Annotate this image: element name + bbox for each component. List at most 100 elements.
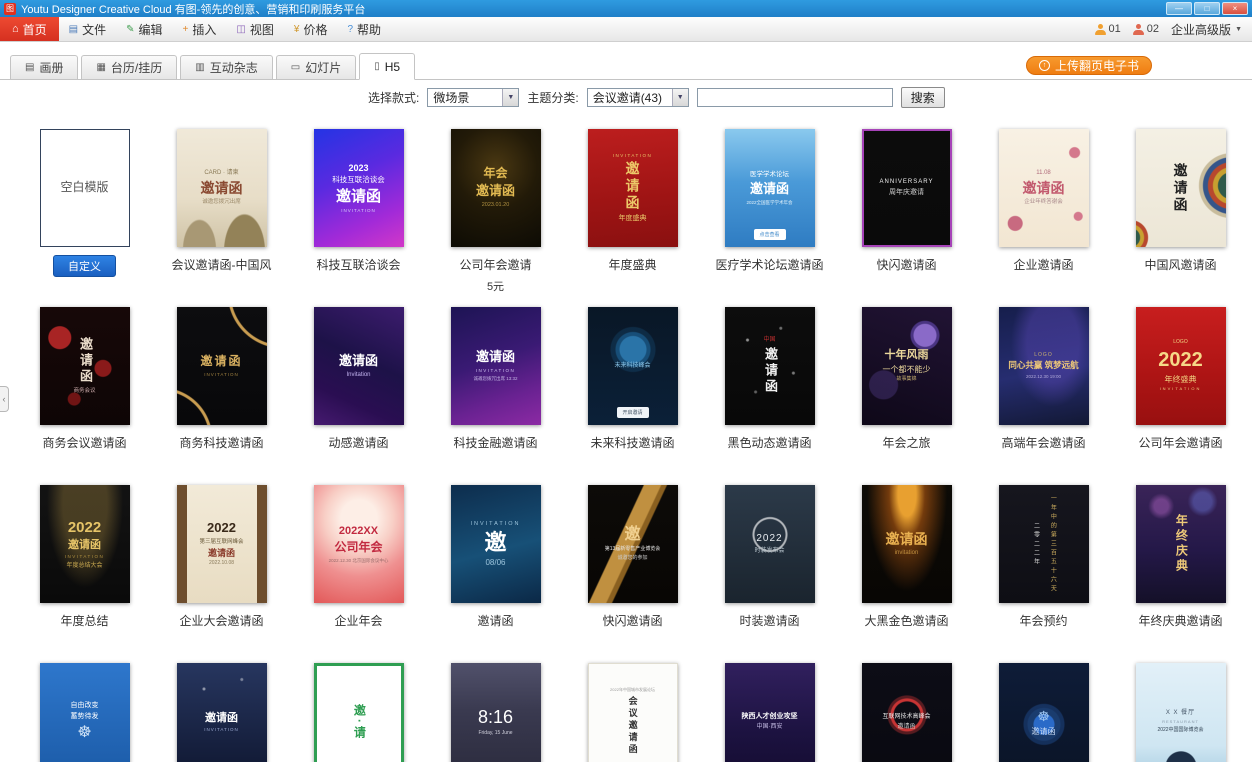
template-card[interactable]: LOGO同心共赢 筑梦远航2022.12.30 19:00高端年会邀请函 — [975, 307, 1112, 485]
style-select[interactable]: 微场景 ▼ — [427, 88, 519, 107]
search-button[interactable]: 搜索 — [901, 87, 945, 108]
template-thumbnail[interactable]: 2022年中国城市发展论坛会议邀请函 — [588, 663, 678, 762]
template-card[interactable]: 医学学术论坛邀请函2022全国医学学术年会点击查看医疗学术论坛邀请函 — [701, 129, 838, 307]
customize-button[interactable]: 自定义 — [53, 255, 116, 277]
template-card[interactable]: 未来科技峰会开启邀请未来科技邀请函 — [564, 307, 701, 485]
template-thumbnail[interactable]: 年会邀请函2023.01.20 — [451, 129, 541, 247]
panel-collapse-handle[interactable]: ‹ — [0, 386, 9, 412]
template-card[interactable]: 年终庆典年终庆典邀请函 — [1112, 485, 1249, 663]
template-card[interactable]: 2022第三届互联网峰会邀请函2022.10.08企业大会邀请函 — [153, 485, 290, 663]
category-select[interactable]: 会议邀请(43) ▼ — [587, 88, 689, 107]
upload-ebook-button[interactable]: ↑ 上传翻页电子书 — [1026, 56, 1152, 75]
group-1-button[interactable]: 01 — [1095, 23, 1121, 35]
template-thumbnail[interactable]: 自由改变蓄势待发☸ — [40, 663, 130, 762]
close-button[interactable]: × — [1222, 2, 1248, 15]
thumb-text: 邀 — [484, 530, 506, 555]
template-thumbnail[interactable]: 空白模版 — [40, 129, 130, 247]
template-card[interactable]: 2023科技互联洽谈会邀请函INVITATION科技互联洽谈会 — [290, 129, 427, 307]
template-card[interactable]: 邀第13届新零售产业博览会诚邀您的参加快闪邀请函 — [564, 485, 701, 663]
menu-item-price[interactable]: ¥价格 — [284, 17, 338, 41]
template-thumbnail[interactable]: LOGO2022年终盛典INVITATION — [1136, 307, 1226, 425]
template-card[interactable]: 二零二二年一年中的第三百五十六天年会预约 — [975, 485, 1112, 663]
template-thumbnail[interactable]: ☸邀请函 — [999, 663, 1089, 762]
chevron-down-icon[interactable]: ▼ — [672, 89, 688, 106]
template-card[interactable]: X X 餐厅RESTAURANT2022中国国际博览会 — [1112, 663, 1249, 762]
template-thumbnail[interactable]: 2023科技互联洽谈会邀请函INVITATION — [314, 129, 404, 247]
tab-album[interactable]: ▤画册 — [10, 55, 78, 79]
template-card[interactable]: INVITATION邀08/06邀请函 — [427, 485, 564, 663]
template-thumbnail[interactable]: 2022XX公司年会2022.12.30 北京国际会议中心 — [314, 485, 404, 603]
template-thumbnail[interactable]: 互联网技术高峰会邀请函 — [862, 663, 952, 762]
template-thumbnail[interactable]: 陕西人才创业攻坚中国·西安 — [725, 663, 815, 762]
blank-template-card[interactable]: 空白模版自定义 — [16, 129, 153, 307]
template-thumbnail[interactable]: 邀请函Invitation — [314, 307, 404, 425]
template-thumbnail[interactable]: 8:16Friday, 15 June — [451, 663, 541, 762]
template-card[interactable]: LOGO2022年终盛典INVITATION公司年会邀请函 — [1112, 307, 1249, 485]
menu-item-help[interactable]: ?帮助 — [337, 17, 391, 41]
template-card[interactable]: 陕西人才创业攻坚中国·西安 — [701, 663, 838, 762]
template-card[interactable]: 邀请函INVITATION商务科技邀请函 — [153, 307, 290, 485]
template-thumbnail[interactable]: 年终庆典 — [1136, 485, 1226, 603]
tab-calendar[interactable]: ▦台历/挂历 — [81, 55, 177, 79]
template-thumbnail[interactable]: 邀请函invitation — [862, 485, 952, 603]
menu-item-view[interactable]: ◫视图 — [226, 17, 283, 41]
template-card[interactable]: 11.08邀请函企业年终答谢会企业邀请函 — [975, 129, 1112, 307]
template-card[interactable]: 邀请函Invitation动感邀请函 — [290, 307, 427, 485]
template-card[interactable]: CARD · 请柬邀请函诚邀您拨冗出席会议邀请函-中国风 — [153, 129, 290, 307]
template-card[interactable]: 2022XX公司年会2022.12.30 北京国际会议中心企业年会 — [290, 485, 427, 663]
template-card[interactable]: 邀请函商务会议商务会议邀请函 — [16, 307, 153, 485]
template-card[interactable]: 邀请函INVITATION诚邀您拨冗出席 13:32科技金融邀请函 — [427, 307, 564, 485]
template-thumbnail[interactable]: 2022时装发布会 — [725, 485, 815, 603]
menu-item-insert[interactable]: +插入 — [173, 17, 227, 41]
template-thumbnail[interactable]: 邀·请 — [314, 663, 404, 762]
template-card[interactable]: 十年风雨一个都不能少故事集锦年会之旅 — [838, 307, 975, 485]
group-2-button[interactable]: 02 — [1133, 23, 1159, 35]
maximize-button[interactable]: □ — [1194, 2, 1220, 15]
template-thumbnail[interactable]: 2022邀请函INVITATION年度总结大会 — [40, 485, 130, 603]
tab-magazine[interactable]: ▥互动杂志 — [180, 55, 272, 79]
template-card[interactable]: ☸邀请函 — [975, 663, 1112, 762]
template-card[interactable]: 邀请函INVITATION — [153, 663, 290, 762]
home-button[interactable]: ⌂ 首页 — [0, 17, 59, 41]
template-thumbnail[interactable]: 11.08邀请函企业年终答谢会 — [999, 129, 1089, 247]
tab-slideshow[interactable]: ▭幻灯片 — [276, 55, 356, 79]
template-thumbnail[interactable]: 邀请函 — [1136, 129, 1226, 247]
template-thumbnail[interactable]: LOGO同心共赢 筑梦远航2022.12.30 19:00 — [999, 307, 1089, 425]
tab-h5[interactable]: ▯H5 — [359, 53, 415, 80]
template-thumbnail[interactable]: 二零二二年一年中的第三百五十六天 — [999, 485, 1089, 603]
menu-item-edit[interactable]: ✎编辑 — [116, 17, 172, 41]
template-card[interactable]: 邀·请 — [290, 663, 427, 762]
template-thumbnail[interactable]: 邀第13届新零售产业博览会诚邀您的参加 — [588, 485, 678, 603]
template-thumbnail[interactable]: 邀请函INVITATION — [177, 663, 267, 762]
template-thumbnail[interactable]: INVITATION邀08/06 — [451, 485, 541, 603]
template-thumbnail[interactable]: X X 餐厅RESTAURANT2022中国国际博览会 — [1136, 663, 1226, 762]
template-thumbnail[interactable]: ANNIVERSARY周年庆邀请 — [862, 129, 952, 247]
menu-item-file[interactable]: ▤文件 — [59, 17, 116, 41]
template-thumbnail[interactable]: 未来科技峰会开启邀请 — [588, 307, 678, 425]
template-card[interactable]: 邀请函中国风邀请函 — [1112, 129, 1249, 307]
template-card[interactable]: 2022时装发布会时装邀请函 — [701, 485, 838, 663]
template-thumbnail[interactable]: 十年风雨一个都不能少故事集锦 — [862, 307, 952, 425]
template-thumbnail[interactable]: 2022第三届互联网峰会邀请函2022.10.08 — [177, 485, 267, 603]
search-input[interactable] — [697, 88, 893, 107]
template-thumbnail[interactable]: 邀请函商务会议 — [40, 307, 130, 425]
template-thumbnail[interactable]: 邀请函INVITATION诚邀您拨冗出席 13:32 — [451, 307, 541, 425]
chevron-down-icon[interactable]: ▼ — [502, 89, 518, 106]
template-thumbnail[interactable]: 中国邀请函 — [725, 307, 815, 425]
template-card[interactable]: ANNIVERSARY周年庆邀请快闪邀请函 — [838, 129, 975, 307]
template-card[interactable]: 8:16Friday, 15 June — [427, 663, 564, 762]
template-card[interactable]: INVITATION邀请函年度盛典年度盛典 — [564, 129, 701, 307]
template-card[interactable]: 互联网技术高峰会邀请函 — [838, 663, 975, 762]
version-menu[interactable]: 企业高级版▼ — [1171, 21, 1242, 38]
template-card[interactable]: 中国邀请函黑色动态邀请函 — [701, 307, 838, 485]
template-thumbnail[interactable]: 邀请函INVITATION — [177, 307, 267, 425]
template-card[interactable]: 自由改变蓄势待发☸ — [16, 663, 153, 762]
template-card[interactable]: 邀请函invitation大黑金色邀请函 — [838, 485, 975, 663]
minimize-button[interactable]: — — [1166, 2, 1192, 15]
template-thumbnail[interactable]: INVITATION邀请函年度盛典 — [588, 129, 678, 247]
template-thumbnail[interactable]: 医学学术论坛邀请函2022全国医学学术年会点击查看 — [725, 129, 815, 247]
template-card[interactable]: 2022年中国城市发展论坛会议邀请函 — [564, 663, 701, 762]
template-card[interactable]: 2022邀请函INVITATION年度总结大会年度总结 — [16, 485, 153, 663]
template-thumbnail[interactable]: CARD · 请柬邀请函诚邀您拨冗出席 — [177, 129, 267, 247]
template-card[interactable]: 年会邀请函2023.01.20公司年会邀请5元 — [427, 129, 564, 307]
